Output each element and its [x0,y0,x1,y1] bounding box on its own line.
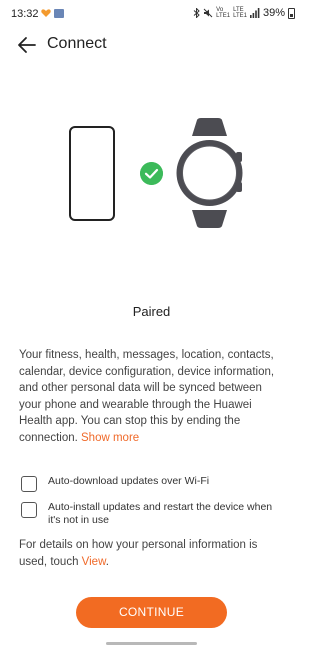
volte-icon: Vo LTE1 [216,7,231,19]
auto-download-label: Auto-download updates over Wi-Fi [48,475,210,487]
bluetooth-icon [193,8,200,18]
page-title: Connect [47,35,107,52]
signal-icon [249,8,260,18]
status-time: 13:32 [11,8,39,20]
details-suffix: . [105,555,109,568]
show-more-link[interactable]: Show more [81,432,139,444]
auto-download-checkbox[interactable] [21,476,37,492]
gallery-notification-icon [54,8,64,18]
details-text: For details on how your personal informa… [19,539,258,568]
check-icon [140,162,163,185]
health-app-icon [41,9,51,17]
status-bar: 13:32 Vo LTE1 LTE LTE1 39% [0,0,303,26]
continue-button[interactable]: CONTINUE [76,597,227,628]
back-arrow-icon[interactable] [16,34,38,56]
description-text: Your fitness, health, messages, location… [19,349,275,444]
home-indicator[interactable] [106,642,197,645]
auto-install-label: Auto-install updates and restart the dev… [48,501,273,526]
header: Connect [0,30,303,60]
mute-icon [203,8,213,18]
device-illustration [0,118,303,228]
smartwatch-icon [176,118,243,228]
status-left-icons [41,8,64,18]
status-right-icons: Vo LTE1 LTE LTE1 39% [193,7,295,19]
privacy-description: Your fitness, health, messages, location… [19,347,287,446]
option-auto-download[interactable]: Auto-download updates over Wi-Fi [21,475,276,492]
details-text-block: For details on how your personal informa… [19,537,287,570]
phone-icon [69,126,115,221]
auto-install-checkbox[interactable] [21,502,37,518]
battery-icon [288,7,295,19]
lte-icon: LTE LTE1 [233,7,247,19]
view-link[interactable]: View [82,556,106,568]
battery-percentage: 39% [262,7,285,19]
option-auto-install[interactable]: Auto-install updates and restart the dev… [21,501,276,527]
connection-status: Paired [132,304,171,319]
